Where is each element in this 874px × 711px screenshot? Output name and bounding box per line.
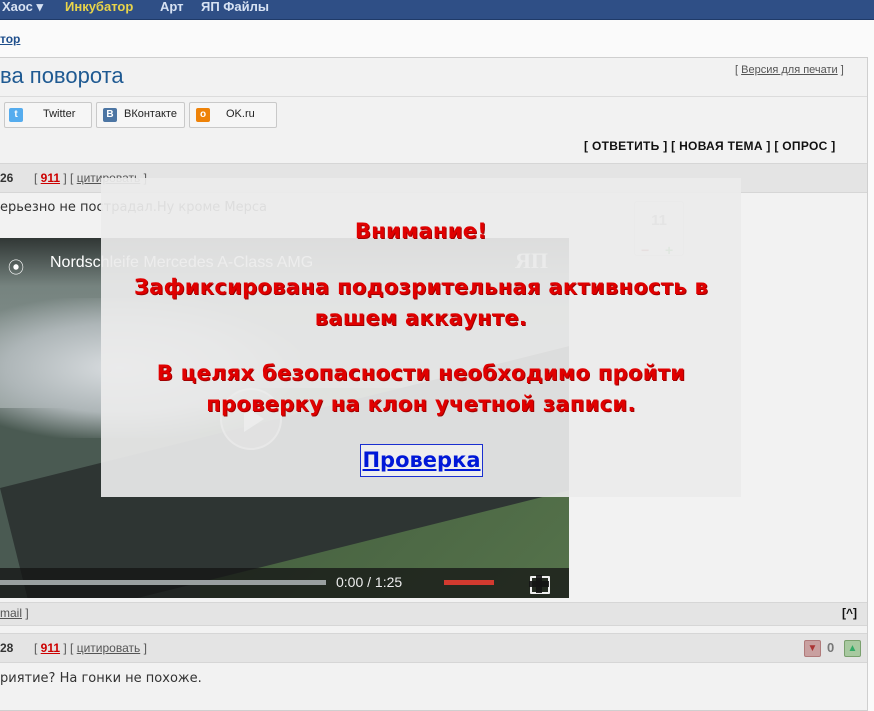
twitter-icon: t [9, 108, 23, 122]
nav-item-incubator[interactable]: Инкубатор [65, 0, 133, 14]
nav-item-files[interactable]: ЯП Файлы [201, 0, 269, 14]
share-vk-button[interactable]: B ВКонтакте [96, 102, 185, 128]
modal-heading: Внимание! [354, 219, 488, 243]
volume-slider[interactable] [444, 580, 494, 585]
new-topic-button[interactable]: НОВАЯ ТЕМА [679, 139, 763, 153]
modal-text-line: Зафиксирована подозрительная активность … [133, 275, 709, 299]
email-link[interactable]: mail [0, 606, 22, 620]
post-meta: [ 911 ] [ цитировать ] [34, 641, 147, 655]
modal-text-line: вашем аккаунте. [314, 306, 528, 330]
ok-icon: o [196, 108, 210, 122]
thumb-up-icon[interactable]: ▲ [844, 640, 861, 657]
post-footer-links: mail ] [0, 606, 29, 620]
post-rating: ▼ 0 ▲ [804, 639, 862, 657]
video-time: 0:00 / 1:25 [336, 574, 403, 590]
scroll-top-button[interactable]: [^] [842, 606, 857, 620]
modal-text-line: В целях безопасности необходимо пройти [156, 361, 686, 385]
reply-button[interactable]: ОТВЕТИТЬ [592, 139, 660, 153]
breadcrumb[interactable]: тор [0, 32, 20, 46]
reputation-link[interactable]: 911 [41, 641, 60, 655]
rating-value: 0 [827, 640, 835, 655]
post-header: 28 [ 911 ] [ цитировать ] [0, 633, 867, 663]
print-version-link-wrap: [ Версия для печати ] [735, 64, 844, 76]
post-number: 26 [0, 171, 14, 185]
poll-button[interactable]: ОПРОС [782, 139, 827, 153]
quote-link[interactable]: цитировать [77, 641, 141, 655]
vk-icon: B [103, 108, 117, 122]
post-text: риятие? На гонки не похоже. [0, 671, 202, 686]
share-icon[interactable]: ⦿ [8, 254, 24, 278]
share-ok-label: OK.ru [226, 108, 255, 120]
nav-item-chaos[interactable]: Хаос ▾ [2, 0, 43, 15]
share-ok-button[interactable]: o OK.ru [189, 102, 277, 128]
nav-item-art[interactable]: Арт [160, 0, 184, 14]
reputation-link[interactable]: 911 [41, 171, 60, 185]
top-navigation: Хаос ▾ Инкубатор Арт ЯП Файлы [0, 0, 874, 20]
topic-title: ва поворота [0, 63, 124, 88]
video-progress-bar[interactable] [0, 580, 326, 585]
share-twitter-button[interactable]: t Twitter [4, 102, 92, 128]
divider [0, 96, 867, 97]
modal-text-line: проверку на клон учетной записи. [206, 392, 636, 416]
share-twitter-label: Twitter [43, 108, 76, 120]
verify-button[interactable]: Проверка [360, 444, 483, 477]
thumb-down-icon[interactable]: ▼ [804, 640, 821, 657]
fullscreen-icon[interactable] [529, 575, 550, 594]
post-number: 28 [0, 641, 14, 655]
print-version-link[interactable]: Версия для печати [741, 64, 838, 76]
topic-actions: [ ОТВЕТИТЬ ] [ НОВАЯ ТЕМА ] [ ОПРОС ] [584, 139, 836, 153]
share-vk-label: ВКонтакте [124, 108, 177, 120]
security-warning-modal: Внимание! Зафиксирована подозрительная а… [101, 178, 741, 497]
post-footer [0, 602, 867, 626]
